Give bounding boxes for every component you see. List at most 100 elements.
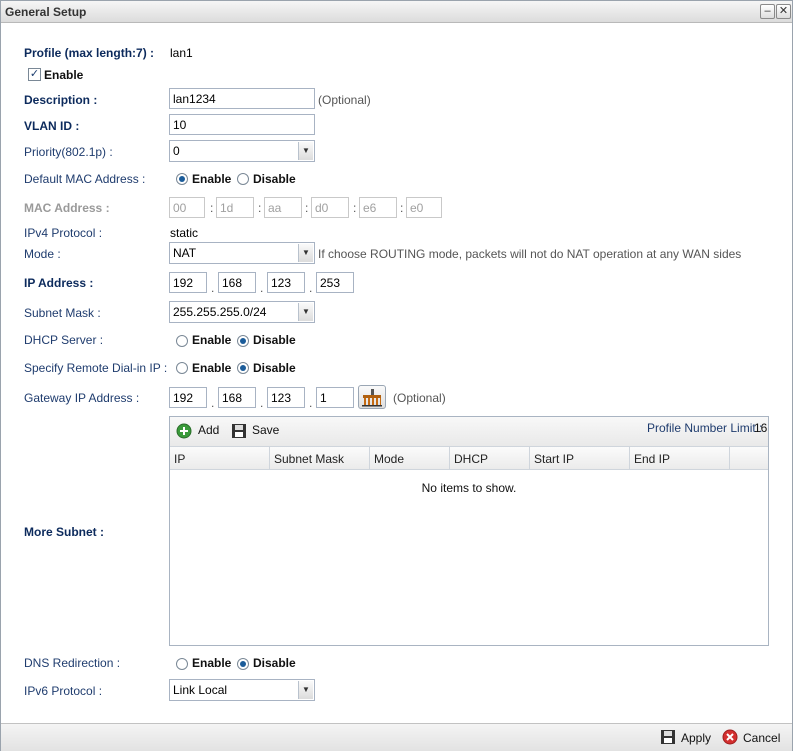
ip-address-label: IP Address : xyxy=(24,276,94,290)
chevron-down-icon: ▼ xyxy=(298,244,313,262)
vlan-id-input[interactable] xyxy=(169,114,315,135)
description-input[interactable] xyxy=(169,88,315,109)
mac-separator: : xyxy=(400,201,404,215)
default-mac-enable-label: Enable xyxy=(192,172,232,186)
chevron-down-icon: ▼ xyxy=(298,303,313,321)
description-label: Description : xyxy=(24,93,98,107)
gateway-separator: . xyxy=(260,396,264,410)
ip-octet-2-input[interactable] xyxy=(218,272,256,293)
ipv6-protocol-value: Link Local xyxy=(173,683,228,697)
mac-octet-3-input[interactable] xyxy=(264,197,302,218)
mode-select[interactable]: NAT ▼ xyxy=(169,242,315,264)
save-button[interactable]: Save xyxy=(252,423,279,437)
priority-label: Priority(802.1p) : xyxy=(24,145,113,159)
cancel-icon xyxy=(722,729,738,745)
dhcp-server-disable-radio[interactable] xyxy=(237,335,249,347)
priority-value: 0 xyxy=(173,144,180,158)
default-mac-enable-radio[interactable] xyxy=(176,173,188,185)
priority-select[interactable]: 0 ▼ xyxy=(169,140,315,162)
profile-limit-value: 16 xyxy=(754,421,768,435)
gateway-octet-2-input[interactable] xyxy=(218,387,256,408)
gateway-octet-1-input[interactable] xyxy=(169,387,207,408)
enable-checkbox[interactable]: ✓ xyxy=(28,68,41,81)
column-header-subnet-mask[interactable]: Subnet Mask xyxy=(270,447,370,470)
mac-octet-1-input[interactable] xyxy=(169,197,205,218)
ipv4-protocol-value: static xyxy=(170,226,199,240)
remote-dialin-enable-radio[interactable] xyxy=(176,362,188,374)
dhcp-server-enable-radio[interactable] xyxy=(176,335,188,347)
dns-redirection-enable-label: Enable xyxy=(192,656,232,670)
save-icon xyxy=(231,423,247,439)
add-icon xyxy=(176,423,192,439)
footer-bar: Apply Cancel xyxy=(1,723,792,751)
more-subnet-grid: Add Save Profile Number Limit : 16 IP Su… xyxy=(169,416,769,646)
remote-dialin-disable-radio[interactable] xyxy=(237,362,249,374)
apply-icon xyxy=(660,729,676,745)
ip-octet-3-input[interactable] xyxy=(267,272,305,293)
dhcp-server-disable-label: Disable xyxy=(253,333,296,347)
gateway-ip-label: Gateway IP Address : xyxy=(24,391,140,405)
default-mac-label: Default MAC Address : xyxy=(24,172,146,186)
ipv4-protocol-label: IPv4 Protocol : xyxy=(24,226,103,240)
ip-octet-1-input[interactable] xyxy=(169,272,207,293)
mode-label: Mode : xyxy=(24,247,61,261)
more-subnet-toolbar: Add Save Profile Number Limit : 16 xyxy=(170,417,768,447)
enable-checkbox-label: Enable xyxy=(44,68,84,82)
ipv6-protocol-label: IPv6 Protocol : xyxy=(24,684,103,698)
dhcp-server-label: DHCP Server : xyxy=(24,333,104,347)
more-subnet-header: IP Subnet Mask Mode DHCP Start IP End IP xyxy=(170,447,768,470)
dns-redirection-disable-label: Disable xyxy=(253,656,296,670)
gateway-separator: . xyxy=(309,396,313,410)
column-header-end-ip[interactable]: End IP xyxy=(630,447,730,470)
subnet-mask-value: 255.255.255.0/24 xyxy=(173,305,267,319)
ipv6-protocol-select[interactable]: Link Local ▼ xyxy=(169,679,315,701)
title-bar: General Setup – ✕ xyxy=(1,1,792,23)
column-header-mode[interactable]: Mode xyxy=(370,447,450,470)
mac-octet-5-input[interactable] xyxy=(359,197,397,218)
network-picker-icon xyxy=(362,389,382,407)
mac-separator: : xyxy=(305,201,309,215)
column-header-dhcp[interactable]: DHCP xyxy=(450,447,530,470)
mac-separator: : xyxy=(353,201,357,215)
description-optional-hint: (Optional) xyxy=(318,93,371,107)
mac-address-label: MAC Address : xyxy=(24,201,110,215)
ip-separator: . xyxy=(211,281,215,295)
subnet-mask-select[interactable]: 255.255.255.0/24 ▼ xyxy=(169,301,315,323)
chevron-down-icon: ▼ xyxy=(298,681,313,699)
chevron-down-icon: ▼ xyxy=(298,142,313,160)
subnet-mask-label: Subnet Mask : xyxy=(24,306,101,320)
dns-redirection-enable-radio[interactable] xyxy=(176,658,188,670)
remote-dialin-label: Specify Remote Dial-in IP : xyxy=(24,361,168,375)
general-setup-window: General Setup – ✕ Profile (max length:7)… xyxy=(0,0,793,751)
window-title: General Setup xyxy=(5,5,87,19)
gateway-octet-3-input[interactable] xyxy=(267,387,305,408)
mac-separator: : xyxy=(210,201,214,215)
profile-value: lan1 xyxy=(170,46,193,60)
ip-octet-4-input[interactable] xyxy=(316,272,354,293)
dns-redirection-label: DNS Redirection : xyxy=(24,656,121,670)
dns-redirection-disable-radio[interactable] xyxy=(237,658,249,670)
add-button[interactable]: Add xyxy=(198,423,219,437)
mac-octet-2-input[interactable] xyxy=(216,197,254,218)
remote-dialin-enable-label: Enable xyxy=(192,361,232,375)
column-header-filler xyxy=(730,447,768,470)
ip-separator: . xyxy=(260,281,264,295)
vlan-id-label: VLAN ID : xyxy=(24,119,80,133)
column-header-ip[interactable]: IP xyxy=(170,447,270,470)
mode-value: NAT xyxy=(173,246,197,260)
mac-octet-6-input[interactable] xyxy=(406,197,442,218)
gateway-optional-hint: (Optional) xyxy=(393,391,446,405)
column-header-start-ip[interactable]: Start IP xyxy=(530,447,630,470)
profile-limit-label: Profile Number Limit : xyxy=(647,421,763,435)
mode-hint: If choose ROUTING mode, packets will not… xyxy=(318,247,742,261)
network-picker-button[interactable] xyxy=(358,385,386,409)
close-icon[interactable]: ✕ xyxy=(776,4,791,19)
default-mac-disable-radio[interactable] xyxy=(237,173,249,185)
gateway-separator: . xyxy=(211,396,215,410)
gateway-octet-4-input[interactable] xyxy=(316,387,354,408)
apply-button[interactable]: Apply xyxy=(681,731,711,745)
mac-octet-4-input[interactable] xyxy=(311,197,349,218)
cancel-button[interactable]: Cancel xyxy=(743,731,780,745)
mac-separator: : xyxy=(258,201,262,215)
minimize-button[interactable]: – xyxy=(760,4,775,19)
